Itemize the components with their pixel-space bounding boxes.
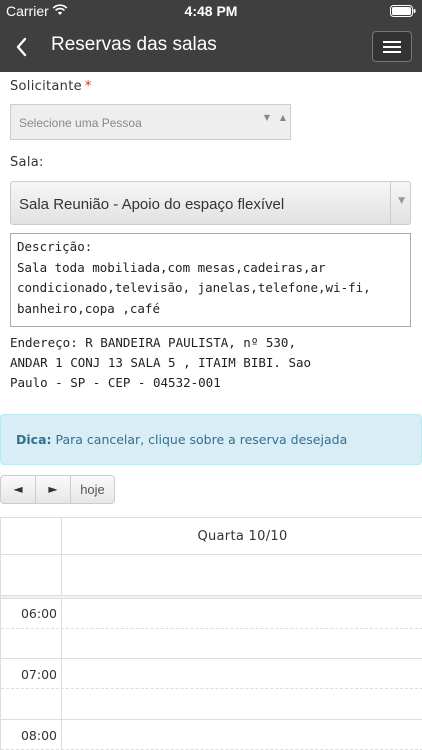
description-line: banheiro,copa ,café: [17, 300, 160, 316]
description-line: Sala toda mobiliada,com mesas,cadeiras,a…: [17, 259, 326, 275]
room-label: Sala:: [10, 155, 44, 170]
tip-label: Dica:: [16, 432, 52, 447]
page-title: Reservas das salas: [51, 34, 217, 55]
sort-up-icon: ▲: [279, 113, 286, 122]
time-gutter-line: [61, 599, 62, 750]
half-hour-line: [1, 688, 422, 689]
status-bar: Carrier 4:48 PM: [0, 0, 422, 22]
allday-gutter: [1, 555, 62, 595]
chevron-down-icon: ▼: [398, 196, 405, 206]
tip-alert: Dica: Para cancelar, clique sobre a rese…: [0, 414, 422, 465]
calendar-header-gutter: [1, 518, 62, 555]
menu-button[interactable]: [372, 31, 412, 62]
day-calendar: Quarta 10/10 06:00 07:00 08:00: [0, 517, 422, 750]
calendar-day-header: Quarta 10/10: [62, 518, 422, 555]
allday-slot[interactable]: [62, 555, 422, 595]
description-line: Descrição:: [17, 239, 93, 254]
back-chevron-icon[interactable]: [12, 35, 32, 59]
requester-label: Solicitante *: [10, 79, 92, 94]
required-marker: *: [84, 79, 92, 94]
allday-divider: [1, 595, 422, 599]
requester-placeholder: Selecione uma Pessoa: [19, 116, 142, 130]
hamburger-icon-bar: [383, 46, 401, 48]
time-label: 08:00: [20, 728, 57, 743]
today-button[interactable]: hoje: [70, 475, 115, 504]
hour-line: [1, 658, 422, 659]
status-time: 4:48 PM: [184, 3, 238, 19]
hamburger-icon: [383, 41, 401, 43]
address-line: Endereço: R BANDEIRA PAULISTA, nº 530,: [10, 335, 296, 350]
address-line: Paulo - SP - CEP - 04532-001: [10, 375, 221, 390]
room-select-value: Sala Reunião - Apoio do espaço flexível: [19, 196, 285, 213]
half-hour-line: [1, 628, 422, 629]
tip-content: Dica: Para cancelar, clique sobre a rese…: [16, 432, 347, 447]
nav-bar: Reservas das salas: [0, 22, 422, 72]
sort-down-icon: ▼: [263, 113, 270, 122]
hamburger-icon-bar: [383, 51, 401, 53]
prev-day-button[interactable]: ◄: [0, 475, 36, 504]
tip-text: Para cancelar, clique sobre a reserva de…: [55, 432, 348, 447]
room-description: Descrição: Sala toda mobiliada,com mesas…: [10, 233, 411, 327]
room-select[interactable]: Sala Reunião - Apoio do espaço flexível …: [10, 181, 411, 225]
room-address: Endereço: R BANDEIRA PAULISTA, nº 530, A…: [10, 333, 410, 393]
time-label: 06:00: [20, 606, 57, 621]
next-day-button[interactable]: ►: [35, 475, 71, 504]
requester-select[interactable]: Selecione uma Pessoa ▼ ▲: [10, 104, 291, 140]
requester-label-text: Solicitante: [10, 79, 82, 94]
address-line: ANDAR 1 CONJ 13 SALA 5 , ITAIM BIBI. Sao: [10, 355, 312, 370]
hour-line: [1, 719, 422, 720]
time-label: 07:00: [20, 667, 57, 682]
battery-icon: [390, 5, 416, 17]
description-line: condicionado,televisão, janelas,telefone…: [17, 280, 371, 295]
